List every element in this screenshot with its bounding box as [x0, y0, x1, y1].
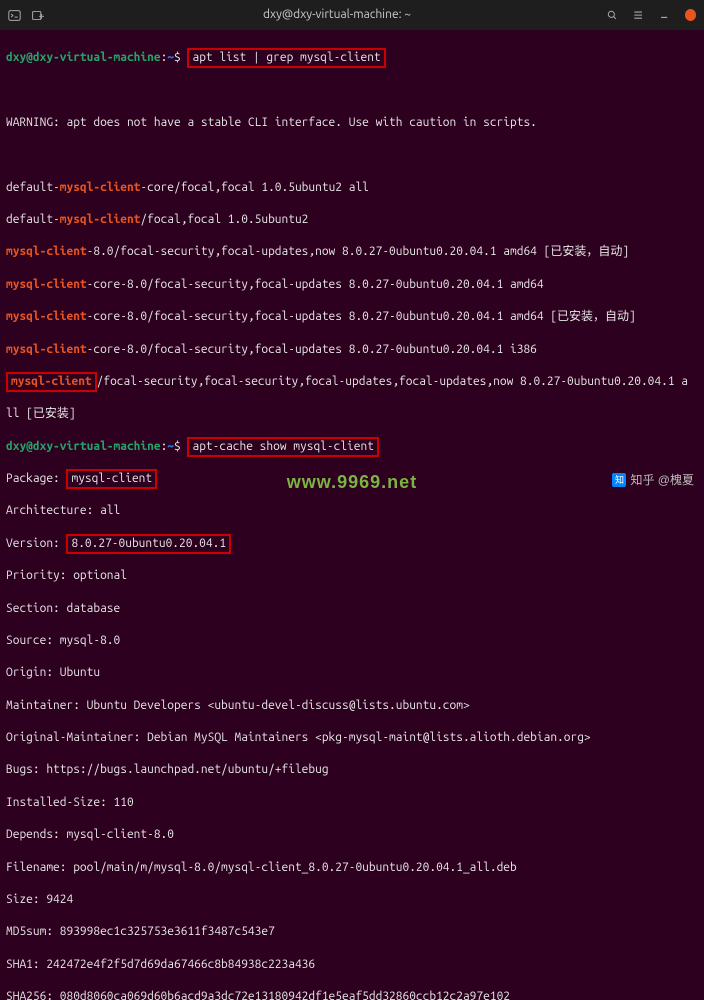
- command-2: apt-cache show mysql-client: [187, 437, 378, 457]
- minimize-icon[interactable]: [658, 9, 670, 22]
- package-value: mysql-client: [66, 469, 157, 489]
- prompt-user: dxy@dxy-virtual-machine: [6, 51, 161, 64]
- version-value: 8.0.27-0ubuntu0.20.04.1: [66, 534, 231, 554]
- terminal-output[interactable]: dxy@dxy-virtual-machine:~$ apt list | gr…: [0, 30, 704, 1000]
- window-title: dxy@dxy-virtual-machine: ~: [68, 7, 606, 23]
- command-1: apt list | grep mysql-client: [187, 48, 385, 68]
- search-icon[interactable]: [606, 9, 618, 22]
- watermark-zhihu: 知 知乎 @槐夏: [612, 472, 694, 488]
- new-tab-icon[interactable]: [31, 9, 44, 22]
- window-titlebar: dxy@dxy-virtual-machine: ~: [0, 0, 704, 30]
- zhihu-icon: 知: [612, 473, 626, 487]
- apt-warning: WARNING: apt does not have a stable CLI …: [6, 115, 698, 131]
- terminal-icon: [8, 9, 21, 22]
- watermark-url: www.9969.net: [287, 470, 417, 494]
- close-icon[interactable]: [685, 9, 696, 21]
- menu-icon[interactable]: [632, 9, 644, 22]
- pkg-highlight: mysql-client: [60, 181, 141, 194]
